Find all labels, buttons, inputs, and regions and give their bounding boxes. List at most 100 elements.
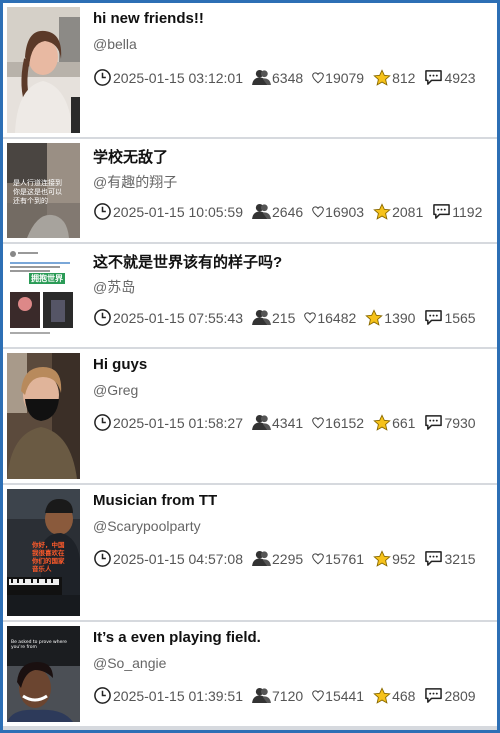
post-stats: 2025-01-15 01:58:27 4341 16152 661 7930	[93, 413, 485, 432]
heart-icon	[312, 552, 324, 564]
clock-icon	[94, 69, 111, 86]
post-thumbnail[interactable]	[7, 353, 80, 479]
views-count: 215	[272, 309, 296, 326]
post-stats: 2025-01-15 03:12:01 6348 19079 812 4923	[93, 68, 485, 87]
post-title[interactable]: Hi guys	[93, 356, 497, 373]
post-time: 2025-01-15 03:12:01	[93, 68, 243, 87]
post-views: 6348	[252, 69, 303, 86]
post-author[interactable]: @Greg	[93, 382, 138, 398]
post-likes[interactable]: 16152	[312, 415, 364, 431]
comments-count: 2809	[444, 687, 476, 704]
post-favorites[interactable]: 812	[373, 68, 415, 87]
post-favorites[interactable]: 661	[373, 413, 416, 432]
post-comments[interactable]: 1565	[424, 309, 476, 326]
post-time-text: 2025-01-15 01:58:27	[113, 414, 243, 431]
post-views: 215	[252, 309, 295, 326]
comment-icon	[425, 415, 443, 430]
post-feed: hi new friends!! @bella 2025-01-15 03:12…	[3, 3, 497, 730]
post-favorites[interactable]: 952	[373, 549, 416, 568]
post-likes[interactable]: 16482	[304, 310, 356, 326]
likes-count: 16482	[317, 309, 357, 326]
likes-count: 15761	[325, 550, 365, 567]
post-author[interactable]: @So_angie	[93, 655, 166, 671]
favorites-count: 952	[392, 550, 416, 567]
people-icon	[252, 203, 271, 220]
thumbnail-caption: 拥抱世界	[29, 273, 65, 284]
post-author[interactable]: @苏岛	[93, 277, 135, 297]
post-author[interactable]: @bella	[93, 36, 137, 52]
post-time-text: 2025-01-15 01:39:51	[113, 687, 243, 704]
star-icon	[373, 202, 391, 220]
comments-count: 3215	[444, 550, 476, 567]
favorites-count: 661	[392, 414, 416, 431]
post-likes[interactable]: 15441	[312, 688, 364, 704]
post-views: 4341	[252, 414, 303, 431]
post-thumbnail[interactable]	[7, 7, 80, 133]
post-comments[interactable]: 1192	[432, 203, 482, 220]
comment-icon	[433, 204, 451, 219]
post-card[interactable]: Hi guys @Greg 2025-01-15 01:58:27 4341 1…	[3, 349, 497, 483]
post-title[interactable]: 学校无敌了	[93, 146, 497, 167]
star-icon	[373, 686, 391, 704]
post-author[interactable]: @有趣的翔子	[93, 172, 177, 192]
post-title[interactable]: It’s a even playing field.	[93, 629, 497, 646]
people-icon	[252, 687, 271, 704]
post-thumbnail[interactable]: 你好，中国 我很喜欢在 你们的国家 音乐人	[7, 489, 80, 616]
post-thumbnail[interactable]: Be asked to prove where you're from	[7, 626, 80, 722]
post-likes[interactable]: 19079	[312, 70, 364, 86]
post-thumbnail[interactable]: 拥抱世界	[7, 248, 80, 343]
post-likes[interactable]: 15761	[312, 551, 364, 567]
likes-count: 19079	[325, 69, 365, 86]
heart-icon	[312, 205, 324, 217]
post-author[interactable]: @Scarypoolparty	[93, 518, 201, 534]
star-icon	[373, 413, 391, 431]
post-comments[interactable]: 3215	[424, 550, 476, 567]
post-comments[interactable]: 2809	[424, 687, 476, 704]
post-card[interactable]: Be asked to prove where you're from It’s…	[3, 622, 497, 726]
comment-icon	[425, 551, 443, 566]
thumbnail-caption: Be asked to prove where you're from	[11, 640, 67, 650]
post-time-text: 2025-01-15 04:57:08	[113, 550, 243, 567]
post-likes[interactable]: 16903	[312, 204, 364, 220]
post-time: 2025-01-15 01:58:27	[93, 413, 243, 432]
post-card[interactable]: 是人行道连接到 你是这是也可以 还有个到的 学校无敌了 @有趣的翔子 2025-…	[3, 139, 497, 242]
clock-icon	[94, 309, 111, 326]
post-favorites[interactable]: 2081	[373, 202, 423, 221]
post-title[interactable]: hi new friends!!	[93, 10, 497, 27]
post-stats: 2025-01-15 04:57:08 2295 15761 952 3215	[93, 549, 485, 568]
clock-icon	[94, 687, 111, 704]
likes-count: 16903	[325, 203, 365, 220]
post-stats: 2025-01-15 10:05:59 2646 16903 2081 1192	[93, 202, 491, 221]
thumbnail-caption: 是人行道连接到 你是这是也可以 还有个到的	[13, 179, 62, 205]
post-title[interactable]: Musician from TT	[93, 492, 497, 509]
people-icon	[252, 414, 271, 431]
post-thumbnail[interactable]: 是人行道连接到 你是这是也可以 还有个到的	[7, 143, 80, 238]
post-card[interactable]: 拥抱世界 这不就是世界该有的样子吗? @苏岛 2025-01-15 07:55:…	[3, 244, 497, 347]
clock-icon	[94, 203, 111, 220]
post-favorites[interactable]: 468	[373, 686, 416, 705]
thumbnail-caption: 你好，中国 我很喜欢在 你们的国家 音乐人	[32, 541, 65, 573]
likes-count: 16152	[325, 414, 365, 431]
post-views: 2295	[252, 550, 303, 567]
views-count: 6348	[272, 69, 304, 86]
comments-count: 1192	[452, 203, 483, 220]
views-count: 2646	[272, 203, 304, 220]
comment-icon	[425, 688, 443, 703]
star-icon	[373, 68, 391, 86]
people-icon	[252, 69, 271, 86]
post-card[interactable]: hi new friends!! @bella 2025-01-15 03:12…	[3, 3, 497, 137]
post-comments[interactable]: 7930	[424, 414, 476, 431]
post-stats: 2025-01-15 07:55:43 215 16482 1390 1565	[93, 308, 485, 327]
post-title[interactable]: 这不就是世界该有的样子吗?	[93, 251, 497, 272]
comments-count: 4923	[444, 69, 476, 86]
star-icon	[365, 308, 384, 326]
post-comments[interactable]: 4923	[424, 69, 476, 86]
comments-count: 7930	[444, 414, 476, 431]
heart-icon	[312, 71, 324, 83]
views-count: 2295	[272, 550, 304, 567]
post-card[interactable]: 你好，中国 我很喜欢在 你们的国家 音乐人 Musician from TT @…	[3, 485, 497, 620]
post-favorites[interactable]: 1390	[365, 308, 415, 327]
post-time-text: 2025-01-15 10:05:59	[113, 203, 243, 220]
favorites-count: 468	[392, 687, 416, 704]
likes-count: 15441	[325, 687, 365, 704]
